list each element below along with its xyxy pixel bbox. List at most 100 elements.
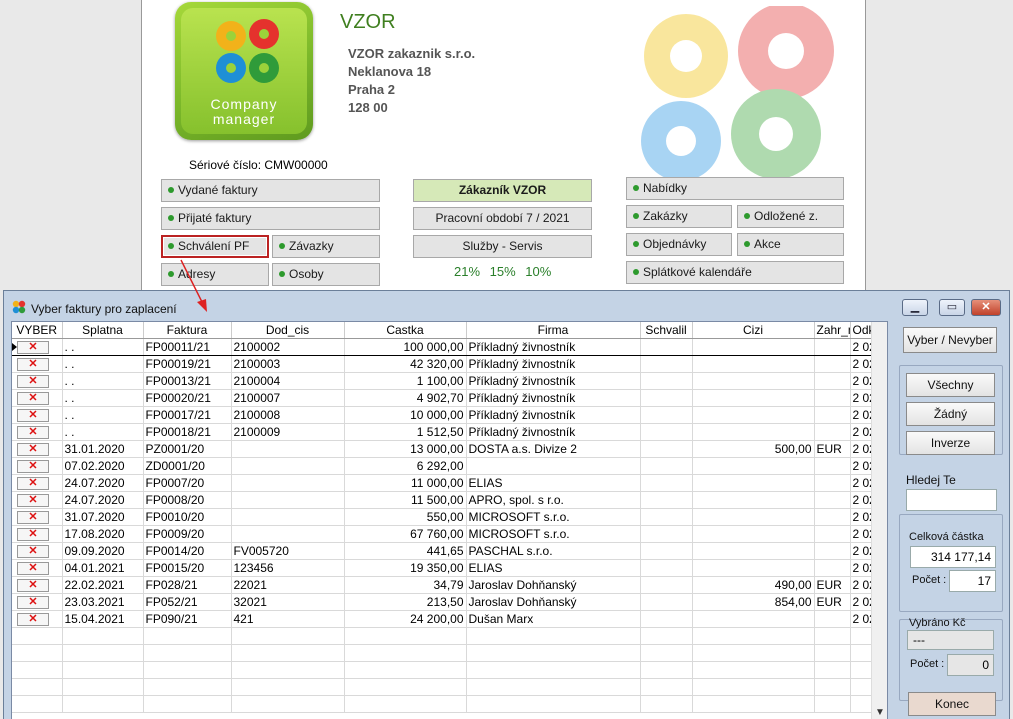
vydane-faktury-button[interactable]: Vydané faktury <box>161 179 380 202</box>
akce-button[interactable]: Akce <box>737 233 844 256</box>
table-row[interactable]: ✕ 22.02.2021 FP028/21 22021 34,79 Jaroslav Do… <box>12 576 873 594</box>
vyber-cell: ✕ <box>12 457 63 475</box>
zadny-button[interactable]: Žádný <box>906 402 995 426</box>
table-row[interactable]: ✕ . . FP00017/21 2100008 10 000,00 Příkladný … <box>12 406 873 424</box>
konec-button[interactable]: Konec <box>908 692 996 716</box>
table-row[interactable]: ✕ 17.08.2020 FP0009/20 67 760,00 MICROSOFT s… <box>12 525 873 543</box>
maximize-icon: ▭ <box>946 301 958 313</box>
table-row[interactable]: ✕ 31.07.2020 FP0010/20 550,00 MICROSOFT s.r.… <box>12 508 873 526</box>
scroll-down-icon[interactable]: ▼ <box>875 707 885 718</box>
table-cell: 2100002 <box>231 337 345 356</box>
column-header[interactable]: Odkud <box>850 322 873 339</box>
table-cell: 1 100,00 <box>344 372 467 390</box>
unselected-x-icon[interactable]: ✕ <box>17 357 49 371</box>
table-row[interactable]: ✕ 09.09.2020 FP0014/20 FV005720 441,65 PASCHA… <box>12 542 873 560</box>
table-cell <box>814 457 851 475</box>
pocet-label: Počet : <box>912 574 947 586</box>
unselected-x-icon[interactable]: ✕ <box>17 476 49 490</box>
table-cell <box>692 423 815 441</box>
table-row[interactable]: ✕ 31.01.2020 PZ0001/20 13 000,00 DOSTA a.s. … <box>12 440 873 458</box>
vyber-nevyber-button[interactable]: Vyber / Nevyber <box>903 327 997 353</box>
unselected-x-icon[interactable]: ✕ <box>17 544 49 558</box>
table-cell <box>692 389 815 407</box>
prijate-faktury-button[interactable]: Přijaté faktury <box>161 207 380 230</box>
zakazky-button[interactable]: Zakázky <box>626 205 732 228</box>
column-header[interactable]: Splatna <box>62 322 144 339</box>
close-button[interactable]: ✕ <box>971 299 1001 316</box>
table-cell: 22021 <box>231 576 345 594</box>
column-header[interactable]: Zahr_m <box>814 322 851 339</box>
table-row[interactable]: ✕ 23.03.2021 FP052/21 32021 213,50 Jaroslav D… <box>12 593 873 611</box>
unselected-x-icon[interactable]: ✕ <box>17 612 49 626</box>
unselected-x-icon[interactable]: ✕ <box>17 595 49 609</box>
table-cell <box>814 423 851 441</box>
table-cell: 67 760,00 <box>344 525 467 543</box>
table-cell <box>692 559 815 577</box>
table-cell: FP00017/21 <box>143 406 232 424</box>
table-cell <box>231 457 345 475</box>
celkova-castka-label: Celková částka <box>909 531 984 543</box>
table-cell: 123456 <box>231 559 345 577</box>
unselected-x-icon[interactable]: ✕ <box>17 391 49 405</box>
bullet-icon <box>279 243 285 249</box>
decorative-gears-icon <box>641 6 834 181</box>
table-row[interactable]: ✕ 04.01.2021 FP0015/20 123456 19 350,00 ELIAS… <box>12 559 873 577</box>
column-header[interactable]: Dod_cis <box>231 322 345 339</box>
table-cell <box>814 406 851 424</box>
zakaznik-button[interactable]: Zákazník VZOR <box>413 179 592 202</box>
osoby-button[interactable]: Osoby <box>272 263 380 286</box>
unselected-x-icon[interactable]: ✕ <box>17 408 49 422</box>
bullet-icon <box>168 243 174 249</box>
table-row[interactable]: ✕ 07.02.2020ZD0001/20 6 292,00 2 020 <box>12 457 873 475</box>
nabidky-button[interactable]: Nabídky <box>626 177 844 200</box>
unselected-x-icon[interactable]: ✕ <box>17 527 49 541</box>
column-header[interactable]: Firma <box>466 322 641 339</box>
table-cell <box>814 337 851 356</box>
column-header[interactable]: Faktura <box>143 322 232 339</box>
inverze-button[interactable]: Inverze <box>906 431 995 455</box>
vsechny-button[interactable]: Všechny <box>906 373 995 397</box>
minimize-button[interactable]: ▁ <box>902 299 928 316</box>
table-cell <box>640 389 693 407</box>
splatkove-kalendare-button[interactable]: Splátkové kalendáře <box>626 261 844 284</box>
schvaleni-pf-button[interactable]: Schválení PF <box>161 235 269 258</box>
table-row[interactable]: ✕ 15.04.2021 FP090/21 421 24 200,00 Dušan Mar… <box>12 610 873 628</box>
table-cell <box>692 372 815 390</box>
column-header[interactable]: Castka <box>344 322 467 339</box>
maximize-button[interactable]: ▭ <box>939 299 965 316</box>
zavazky-button[interactable]: Závazky <box>272 235 380 258</box>
search-input[interactable] <box>906 489 997 511</box>
invoice-grid[interactable]: VYBER Splatna Faktura Dod_cis Castka Fir… <box>11 321 888 719</box>
table-cell: 31.07.2020 <box>62 508 144 526</box>
table-row[interactable]: ✕ 24.07.2020 FP0008/20 11 500,00 APRO, spol.… <box>12 491 873 509</box>
odlozene-button[interactable]: Odložené z. <box>737 205 844 228</box>
table-row[interactable]: ✕ 24.07.2020FP0007/20 11 000,00ELIAS 2 020 <box>12 474 873 492</box>
table-cell: FP00018/21 <box>143 423 232 441</box>
unselected-x-icon[interactable]: ✕ <box>17 578 49 592</box>
dialog-titlebar[interactable]: Vyber faktury pro zaplacení ▁ ▭ ✕ <box>4 291 1009 321</box>
column-header[interactable]: Cizi <box>692 322 815 339</box>
vertical-scrollbar[interactable]: ▼ <box>871 322 887 719</box>
empty-row <box>12 661 873 679</box>
column-header[interactable]: Schvalil <box>640 322 693 339</box>
table-row[interactable]: ✕ . . FP00019/21 2100003 42 320,00 Příkladný … <box>12 355 873 373</box>
table-row[interactable]: ✕ . . FP00013/21 2100004 1 100,00 Příkladný ž… <box>12 372 873 390</box>
unselected-x-icon[interactable]: ✕ <box>17 561 49 575</box>
table-row[interactable]: ✕ . . FP00020/21 2100007 4 902,70 Příkladný ž… <box>12 389 873 407</box>
unselected-x-icon[interactable]: ✕ <box>17 340 49 354</box>
table-cell: 6 292,00 <box>344 457 467 475</box>
sluzby-servis-button[interactable]: Služby - Servis <box>413 235 592 258</box>
unselected-x-icon[interactable]: ✕ <box>17 510 49 524</box>
table-row[interactable]: ✕ . . FP00018/21 2100009 1 512,50 Příkladný ž… <box>12 423 873 441</box>
column-header[interactable]: VYBER <box>12 322 63 339</box>
objednavky-button[interactable]: Objednávky <box>626 233 732 256</box>
table-cell: Dušan Marx <box>466 610 641 628</box>
unselected-x-icon[interactable]: ✕ <box>17 493 49 507</box>
table-cell: Jaroslav Dohňanský <box>466 576 641 594</box>
table-row[interactable]: ✕ . . FP00011/21 2100002 100 000,00 Příkladný… <box>12 337 873 356</box>
unselected-x-icon[interactable]: ✕ <box>17 442 49 456</box>
pracovni-obdobi-button[interactable]: Pracovní období 7 / 2021 <box>413 207 592 230</box>
unselected-x-icon[interactable]: ✕ <box>17 425 49 439</box>
unselected-x-icon[interactable]: ✕ <box>17 374 49 388</box>
unselected-x-icon[interactable]: ✕ <box>17 459 49 473</box>
